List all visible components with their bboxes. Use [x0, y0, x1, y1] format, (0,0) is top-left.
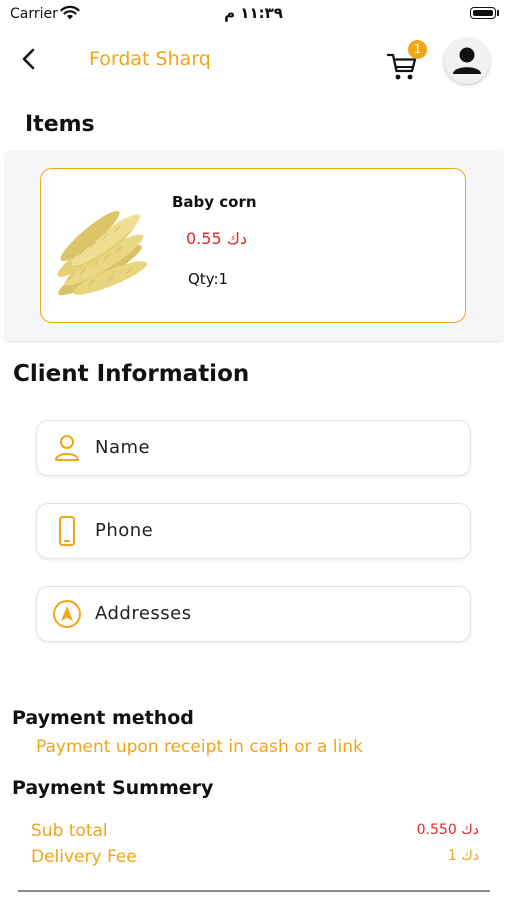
- subtotal-value: دك 0.550: [416, 822, 479, 838]
- battery-tip: [497, 10, 499, 16]
- user-avatar-icon: [453, 47, 481, 74]
- back-arrow-icon: [22, 48, 35, 70]
- product-name: Baby corn: [172, 193, 257, 211]
- subtotal-label: Sub total: [31, 821, 108, 841]
- payment-summary-heading: Payment Summery: [12, 777, 214, 799]
- cart-count-badge: 1: [408, 40, 427, 59]
- location-arrow-icon: [53, 600, 81, 628]
- payment-method-heading: Payment method: [12, 707, 194, 729]
- product-image-baby-corn: [48, 190, 156, 300]
- name-field[interactable]: Name: [36, 420, 471, 476]
- phone-icon: [59, 516, 75, 546]
- profile-button[interactable]: [444, 38, 490, 84]
- addresses-field[interactable]: Addresses: [36, 586, 471, 642]
- person-icon: [55, 435, 79, 461]
- status-bar: Carrier ١١:٣٩ م: [0, 0, 507, 30]
- addresses-field-placeholder: Addresses: [95, 603, 192, 624]
- status-time: ١١:٣٩ م: [224, 4, 283, 22]
- back-button[interactable]: [16, 44, 44, 74]
- name-field-placeholder: Name: [95, 437, 151, 458]
- product-price: دك 0.55: [186, 229, 248, 248]
- phone-field[interactable]: Phone: [36, 503, 471, 559]
- product-quantity: Qty:1: [188, 270, 229, 288]
- delivery-fee-value: دك 1: [447, 848, 479, 864]
- divider: [18, 890, 490, 892]
- client-info-heading: Client Information: [13, 361, 250, 387]
- phone-field-placeholder: Phone: [95, 520, 154, 541]
- store-title: Fordat Sharq: [89, 48, 211, 70]
- items-heading: Items: [25, 112, 95, 137]
- battery-icon: [470, 7, 496, 19]
- delivery-fee-label: Delivery Fee: [31, 847, 137, 867]
- payment-method-option[interactable]: Payment upon receipt in cash or a link: [36, 737, 363, 757]
